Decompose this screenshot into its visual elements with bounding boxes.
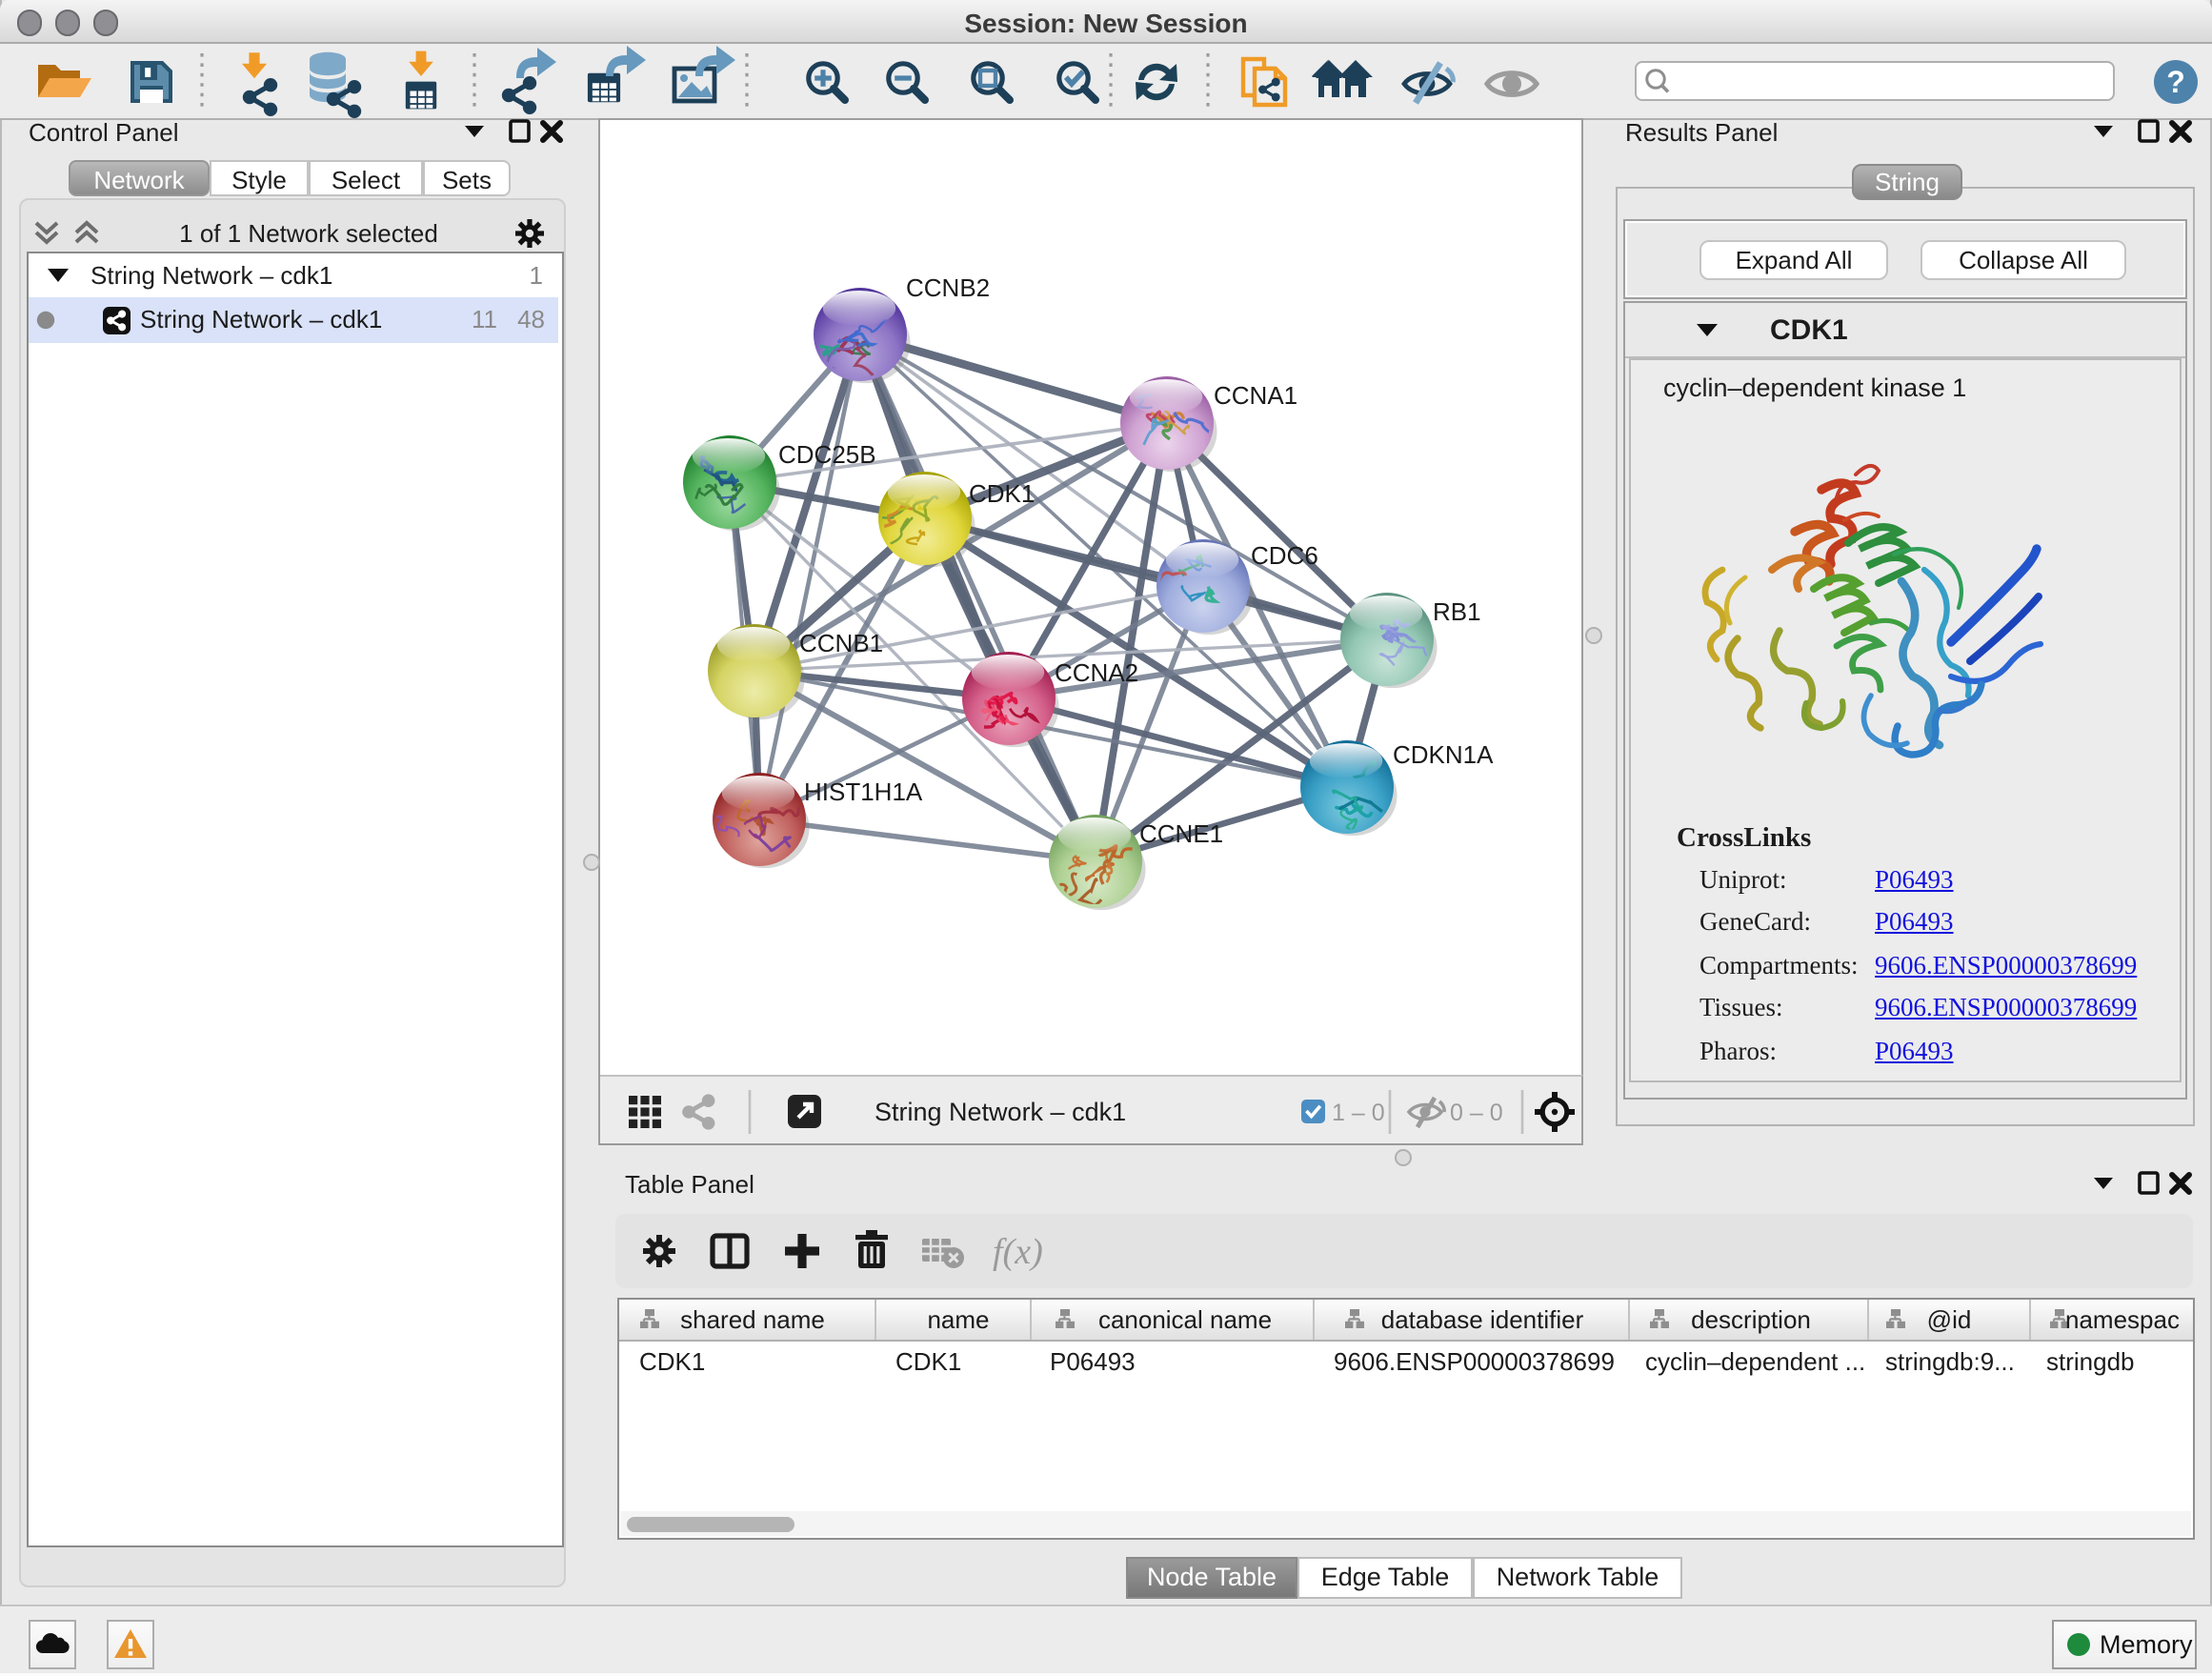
svg-text:CCNB2: CCNB2: [905, 273, 989, 301]
svg-text:CCNE1: CCNE1: [1138, 818, 1222, 847]
svg-text:CDK1: CDK1: [968, 478, 1034, 507]
svg-text:CCNA2: CCNA2: [1054, 657, 1137, 686]
svg-text:canonical name: canonical name: [1098, 1305, 1272, 1334]
svg-text:CCNB1: CCNB1: [798, 628, 882, 656]
svg-text:f(x): f(x): [993, 1232, 1043, 1272]
svg-text:@id: @id: [1927, 1305, 1972, 1334]
svg-text:database identifier: database identifier: [1381, 1305, 1584, 1334]
svg-text:1 of 1 Network selected: 1 of 1 Network selected: [179, 219, 438, 248]
svg-text:CDKN1A: CDKN1A: [1392, 739, 1493, 768]
svg-text:description: description: [1691, 1305, 1811, 1334]
svg-text:Memory: Memory: [2099, 1629, 2192, 1658]
svg-text:?: ?: [2166, 65, 2185, 99]
svg-text:CCNA1: CCNA1: [1213, 380, 1297, 409]
svg-text:String Network – cdk1: String Network – cdk1: [874, 1097, 1125, 1125]
svg-text:namespac: namespac: [2065, 1305, 2180, 1334]
svg-text:shared name: shared name: [680, 1305, 825, 1334]
svg-text:RB1: RB1: [1432, 596, 1480, 625]
svg-text:CDC6: CDC6: [1250, 540, 1317, 569]
svg-text:1 – 0: 1 – 0: [1331, 1099, 1384, 1125]
svg-text:name: name: [927, 1305, 989, 1334]
svg-text:0 – 0: 0 – 0: [1449, 1099, 1502, 1125]
svg-text:CDC25B: CDC25B: [777, 439, 875, 468]
svg-text:HIST1H1A: HIST1H1A: [803, 777, 922, 805]
